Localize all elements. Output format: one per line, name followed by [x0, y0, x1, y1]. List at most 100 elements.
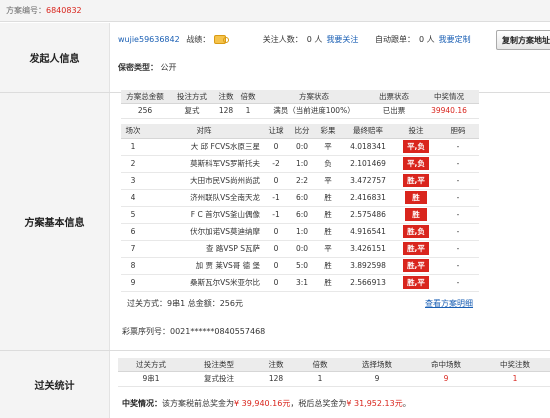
bet-badge: 胜	[405, 191, 427, 204]
col-header: 命中场数	[412, 358, 480, 372]
stats-multiple: 1	[298, 371, 342, 387]
match-no: 4	[121, 189, 145, 207]
match-teams: 莫斯科军VS罗斯托夫	[145, 155, 263, 173]
col-header: 投注类型	[184, 358, 254, 372]
col-header: 比分	[289, 124, 315, 139]
col-header: 注数	[215, 90, 237, 104]
col-header: 胆码	[437, 124, 479, 139]
copy-plan-url-button[interactable]: 复制方案地址	[496, 30, 550, 50]
prize-post-tax: ¥ 31,952.13元	[346, 399, 403, 408]
col-header: 最终赔率	[341, 124, 395, 139]
prize-label: 中奖情况：	[122, 399, 162, 408]
match-teams: 济州联队VS全南天龙	[145, 189, 263, 207]
privacy-label: 保密类型：	[118, 63, 158, 72]
score: 3:1	[289, 274, 315, 292]
section-initiator: 发起人信息	[0, 23, 110, 92]
bet-badge: 胜	[405, 208, 427, 221]
pass-info: 过关方式：9串1 总金额：256元	[127, 299, 243, 308]
stats-notes: 128	[254, 371, 298, 387]
final-odds: 2.566913	[341, 274, 395, 292]
handicap: 0	[263, 274, 289, 292]
result: 胜	[315, 189, 341, 207]
prize-pre-text: 该方案税前总奖金为	[162, 399, 234, 408]
banker: -	[437, 240, 479, 258]
final-odds: 3.472757	[341, 172, 395, 190]
plan-notes: 128	[215, 103, 237, 119]
auto-follow-label: 自动跟单：	[374, 35, 415, 44]
followers-label: 关注人数：	[262, 35, 303, 44]
match-teams: 伏尔加诺VS莫迪纳摩	[145, 223, 263, 241]
view-plan-detail-link[interactable]: 查看方案明细	[425, 298, 473, 309]
col-header: 彩果	[315, 124, 341, 139]
pass-stats-table: 过关方式 投注类型 注数 倍数 选择场数 命中场数 中奖注数 9串1 复式投注 …	[118, 358, 550, 387]
col-header: 出票状态	[369, 90, 419, 104]
prize-amount: 39940.16	[419, 103, 479, 119]
bet-cell: 胜,平	[395, 274, 437, 292]
match-no: 7	[121, 240, 145, 258]
final-odds: 4.916541	[341, 223, 395, 241]
col-header: 方案状态	[259, 90, 369, 104]
plan-status: 满员（当前进度100%）	[259, 103, 369, 119]
stats-selected: 9	[342, 371, 412, 387]
customize-link[interactable]: 我要定制	[439, 35, 471, 44]
table-row: 1大 邱 FCVS水原三星 0 0:0 平 4.018341 平,负 -	[121, 138, 479, 156]
match-teams: 桑斯瓦尔VS米亚尔比	[145, 274, 263, 292]
col-header: 让球	[263, 124, 289, 139]
banker: -	[437, 172, 479, 190]
bet-cell: 胜,负	[395, 223, 437, 241]
plan-summary-table: 方案总金额 投注方式 注数 倍数 方案状态 出票状态 中奖情况 256 复式 1…	[121, 90, 479, 119]
result: 平	[315, 240, 341, 258]
handicap: 0	[263, 172, 289, 190]
match-teams: 大田市民VS尚州尚武	[145, 172, 263, 190]
bet-cell: 胜,平	[395, 172, 437, 190]
col-header: 场次	[121, 124, 145, 139]
match-no: 8	[121, 257, 145, 275]
result: 胜	[315, 274, 341, 292]
col-header: 中奖情况	[419, 90, 479, 104]
result: 胜	[315, 206, 341, 224]
result: 胜	[315, 257, 341, 275]
score: 0:0	[289, 138, 315, 156]
handicap: 0	[263, 257, 289, 275]
table-row: 5F C 首尔VS釜山偶像 -1 6:0 胜 2.575486 胜 -	[121, 206, 479, 224]
match-teams: F C 首尔VS釜山偶像	[145, 206, 263, 224]
banker: -	[437, 223, 479, 241]
section-basic-info: 方案基本信息	[0, 93, 110, 350]
prize-pre-tax: ¥ 39,940.16元	[234, 399, 291, 408]
bet-badge: 胜,平	[403, 276, 429, 289]
prize-end: 。	[402, 399, 411, 408]
banker: -	[437, 138, 479, 156]
stats-winning-notes: 1	[480, 371, 550, 387]
privacy-value: 公开	[160, 63, 177, 72]
handicap: 0	[263, 223, 289, 241]
bet-cell: 平,负	[395, 155, 437, 173]
score: 2:2	[289, 172, 315, 190]
stats-bet-type: 复式投注	[184, 371, 254, 387]
plan-id-bar: 方案编号：6840832	[0, 0, 550, 22]
bet-badge: 胜,平	[403, 174, 429, 187]
col-header: 倍数	[237, 90, 259, 104]
col-header: 投注方式	[169, 90, 215, 104]
initiator-username[interactable]: wujie59636842	[118, 35, 180, 44]
bet-badge: 胜,平	[403, 242, 429, 255]
col-header: 倍数	[298, 358, 342, 372]
match-no: 6	[121, 223, 145, 241]
plan-multiple: 1	[237, 103, 259, 119]
banker: -	[437, 189, 479, 207]
plan-id-label: 方案编号：	[6, 6, 46, 15]
bet-cell: 胜,平	[395, 257, 437, 275]
follow-link[interactable]: 我要关注	[326, 35, 358, 44]
col-header: 注数	[254, 358, 298, 372]
score: 5:0	[289, 257, 315, 275]
matches-table: 场次 对阵 让球 比分 彩果 最终赔率 投注 胆码 1大 邱 FCVS水原三星 0…	[121, 124, 479, 292]
score: 6:0	[289, 206, 315, 224]
table-row: 256 复式 128 1 满员（当前进度100%） 已出票 39940.16	[121, 103, 479, 119]
initiator-panel: wujie59636842 战绩： 关注人数： 0 人我要关注 自动跟单： 0 人我…	[118, 30, 548, 90]
bet-cell: 胜	[395, 206, 437, 224]
ticket-serial-number: 彩票序列号：0021******0840557468	[122, 327, 266, 336]
handicap: -2	[263, 155, 289, 173]
banker: -	[437, 257, 479, 275]
col-header: 过关方式	[118, 358, 184, 372]
match-no: 5	[121, 206, 145, 224]
match-no: 3	[121, 172, 145, 190]
